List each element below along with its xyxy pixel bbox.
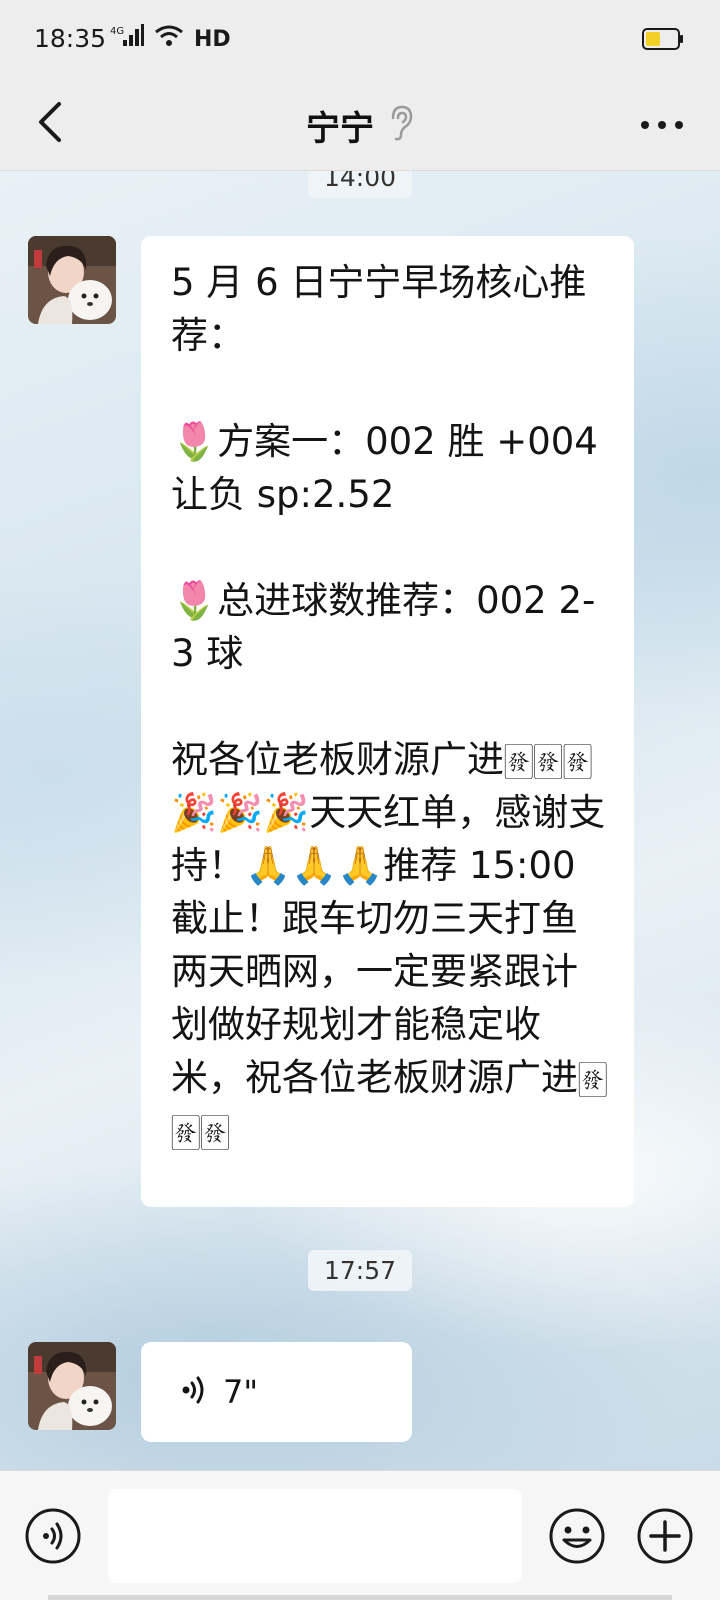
wifi-icon [154, 24, 184, 54]
timestamp: 14:00 [308, 171, 413, 198]
nav-gesture-bar [48, 1595, 672, 1600]
message-input[interactable] [108, 1489, 522, 1583]
status-bar: 18:35 4G HD [0, 0, 720, 80]
avatar[interactable] [28, 236, 116, 324]
chat-title: 宁宁 [306, 108, 374, 149]
voice-message-bubble[interactable]: 7" [141, 1342, 412, 1442]
voice-wave-icon [181, 1373, 209, 1411]
input-bar [0, 1470, 720, 1600]
more-dots-icon [640, 115, 684, 134]
status-time: 18:35 [34, 24, 107, 53]
plus-button[interactable] [636, 1507, 694, 1565]
more-button[interactable] [634, 104, 690, 144]
ear-icon [388, 104, 414, 146]
title-bar: 宁宁 [0, 80, 720, 171]
chat-area[interactable]: 14:00 5 月 6 日宁宁早场核心推荐： 🌷方案一：002 胜 +004 让… [0, 171, 720, 1470]
chat-screen: 18:35 4G HD 宁宁 14:00 5 月 6 日宁宁早场核心推荐： 🌷方… [0, 0, 720, 1600]
network-type: 4G [110, 26, 124, 37]
signal-icon: 4G [110, 24, 144, 54]
status-icons: 4G HD [110, 24, 231, 54]
battery-icon [642, 28, 684, 50]
message-bubble[interactable]: 5 月 6 日宁宁早场核心推荐： 🌷方案一：002 胜 +004 让负 sp:2… [141, 236, 634, 1207]
voice-mode-button[interactable] [24, 1507, 82, 1565]
message-text: 5 月 6 日宁宁早场核心推荐： 🌷方案一：002 胜 +004 让负 sp:2… [171, 261, 608, 1152]
emoji-smile-icon [548, 1508, 606, 1569]
voice-duration: 7" [223, 1373, 259, 1411]
plus-circle-icon [636, 1508, 694, 1569]
title-group: 宁宁 [0, 80, 720, 170]
avatar[interactable] [28, 1342, 116, 1430]
timestamp: 17:57 [308, 1250, 413, 1291]
emoji-button[interactable] [548, 1507, 606, 1565]
hd-label: HD [194, 26, 231, 52]
voice-mode-icon [24, 1508, 82, 1569]
